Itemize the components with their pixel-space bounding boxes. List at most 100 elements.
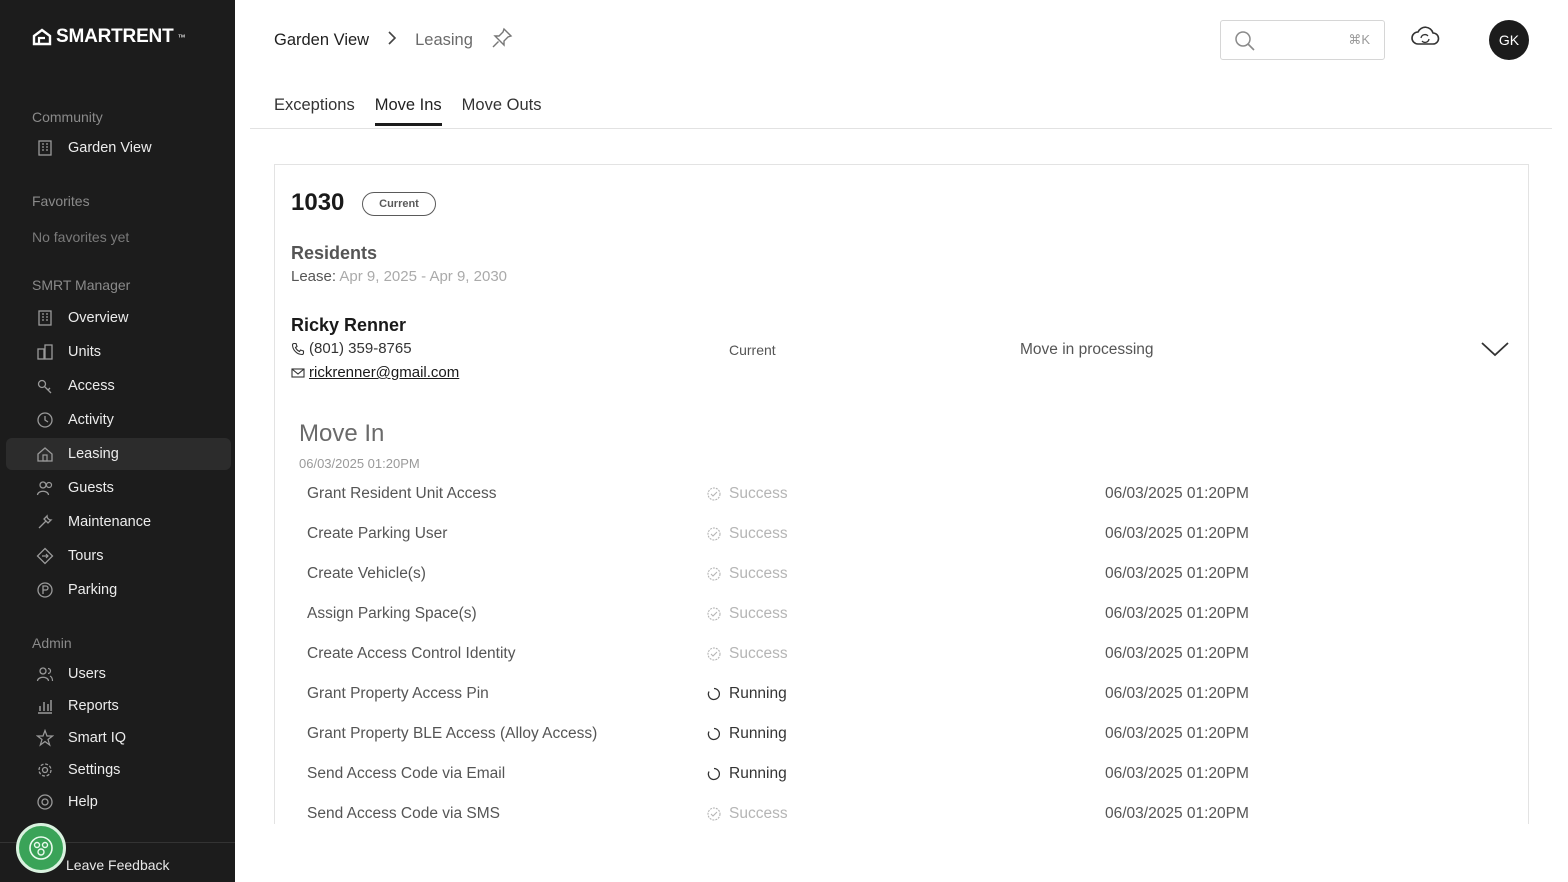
sidebar-item-users[interactable]: Users: [6, 658, 231, 690]
building-icon: [36, 139, 54, 157]
resident-process-status: Move in processing: [1020, 341, 1154, 358]
task-status-label: Running: [729, 765, 787, 782]
sidebar-item-reports[interactable]: Reports: [6, 690, 231, 722]
tab-divider: [250, 128, 1552, 129]
task-status: Success: [707, 645, 788, 663]
sidebar-item-guests[interactable]: Guests: [6, 472, 231, 504]
tab-move-ins[interactable]: Move Ins: [374, 96, 442, 126]
task-status-label: Success: [729, 805, 788, 822]
sidebar-item-label: Maintenance: [68, 514, 152, 530]
key-icon: [36, 377, 54, 395]
cloud-sync-icon[interactable]: [1410, 25, 1440, 54]
tab-bar: Exceptions Move Ins Move Outs: [274, 96, 541, 126]
move-in-heading: Move In: [299, 420, 385, 447]
unit-card: 1030 Current Residents Lease: Apr 9, 202…: [274, 164, 1529, 864]
task-time: 06/03/2025 01:20PM: [1105, 605, 1249, 622]
task-status-label: Running: [729, 685, 787, 702]
task-status: Success: [707, 485, 788, 503]
logo-trademark: ™: [177, 32, 186, 42]
smartrent-logo[interactable]: SMARTRENT ™: [32, 26, 185, 48]
avatar[interactable]: GK: [1489, 20, 1529, 60]
feedback-button[interactable]: [16, 823, 66, 873]
task-name: Create Access Control Identity: [307, 645, 516, 662]
task-status: Running: [707, 685, 787, 703]
lease-label: Lease:: [291, 268, 337, 285]
parking-icon: [36, 581, 54, 599]
sidebar-item-parking[interactable]: Parking: [6, 574, 231, 606]
star-icon: [36, 729, 54, 747]
task-name: Create Vehicle(s): [307, 565, 426, 582]
task-row: Grant Resident Unit Access Success 06/03…: [307, 485, 1507, 509]
sidebar-item-leasing[interactable]: Leasing: [6, 438, 231, 470]
task-name: Grant Property Access Pin: [307, 685, 489, 702]
task-row: Assign Parking Space(s) Success 06/03/20…: [307, 605, 1507, 629]
breadcrumb: Garden View Leasing: [274, 27, 513, 51]
sidebar-item-units[interactable]: Units: [6, 336, 231, 368]
sidebar-item-label: Activity: [68, 412, 114, 428]
favorites-section-label: Favorites: [32, 193, 90, 209]
residents-heading: Residents: [291, 243, 378, 263]
task-row: Grant Property Access Pin Running 06/03/…: [307, 685, 1507, 709]
breadcrumb-current: Leasing: [415, 30, 473, 49]
tab-exceptions[interactable]: Exceptions: [274, 96, 355, 126]
task-status-label: Success: [729, 645, 788, 662]
task-row: Create Access Control Identity Success 0…: [307, 645, 1507, 669]
task-status-label: Success: [729, 525, 788, 542]
task-status: Success: [707, 805, 788, 823]
community-section-label: Community: [32, 109, 103, 125]
email-link[interactable]: rickrenner@gmail.com: [309, 364, 459, 381]
sidebar-item-label: Help: [68, 794, 98, 810]
resident-phone: (801) 359-8765: [291, 340, 412, 357]
sidebar-item-settings[interactable]: Settings: [6, 754, 231, 786]
task-time: 06/03/2025 01:20PM: [1105, 805, 1249, 822]
sidebar-item-community[interactable]: Garden View: [6, 132, 231, 164]
task-status: Success: [707, 605, 788, 623]
mail-icon: [291, 367, 305, 378]
breadcrumb-home[interactable]: Garden View: [274, 31, 369, 50]
sidebar-item-help[interactable]: Help: [6, 786, 231, 818]
sidebar-item-access[interactable]: Access: [6, 370, 231, 402]
lease-info: Lease: Apr 9, 2025 - Apr 9, 2030: [291, 268, 507, 285]
clock-icon: [36, 411, 54, 429]
sidebar-item-tours[interactable]: Tours: [6, 540, 231, 572]
task-status-label: Success: [729, 565, 788, 582]
resident-email: rickrenner@gmail.com: [291, 364, 459, 381]
leave-feedback-label[interactable]: Leave Feedback: [66, 857, 170, 873]
sidebar-item-label: Access: [68, 378, 115, 394]
logo-text: SMARTRENT: [56, 26, 174, 47]
task-time: 06/03/2025 01:20PM: [1105, 485, 1249, 502]
sidebar-item-activity[interactable]: Activity: [6, 404, 231, 436]
chevron-right-icon: [387, 30, 397, 51]
task-status: Success: [707, 565, 788, 583]
search-shortcut: ⌘K: [1348, 32, 1370, 47]
resident-name: Ricky Renner: [291, 315, 407, 335]
sidebar-item-smart-iq[interactable]: Smart IQ: [6, 722, 231, 754]
task-time: 06/03/2025 01:20PM: [1105, 725, 1249, 742]
sidebar-item-label: Units: [68, 344, 102, 360]
task-time: 06/03/2025 01:20PM: [1105, 685, 1249, 702]
sidebar-item-maintenance[interactable]: Maintenance: [6, 506, 231, 538]
check-circle-icon: [707, 567, 721, 581]
search-input[interactable]: [1265, 29, 1355, 51]
sidebar-item-label: Guests: [68, 480, 114, 496]
task-status: Running: [707, 725, 787, 743]
status-badge: Current: [362, 192, 436, 216]
task-row: Create Vehicle(s) Success 06/03/2025 01:…: [307, 565, 1507, 589]
sidebar-item-label: Parking: [68, 582, 118, 598]
no-favorites-text: No favorites yet: [32, 229, 130, 245]
task-name: Grant Resident Unit Access: [307, 485, 497, 502]
task-status: Running: [707, 765, 787, 783]
search-box[interactable]: ⌘K: [1220, 20, 1385, 60]
admin-section-label: Admin: [32, 635, 72, 651]
users-icon: [36, 665, 54, 683]
pin-icon[interactable]: [491, 27, 513, 54]
resident-status: Current: [729, 342, 776, 358]
house-logo-icon: [32, 28, 52, 46]
sidebar-item-label: Reports: [68, 698, 119, 714]
chevron-down-icon[interactable]: [1480, 339, 1510, 364]
tab-move-outs[interactable]: Move Outs: [462, 96, 542, 126]
check-circle-icon: [707, 607, 721, 621]
lease-dates: Apr 9, 2025 - Apr 9, 2030: [339, 268, 508, 285]
task-row: Create Parking User Success 06/03/2025 0…: [307, 525, 1507, 549]
sidebar-item-overview[interactable]: Overview: [6, 302, 231, 334]
